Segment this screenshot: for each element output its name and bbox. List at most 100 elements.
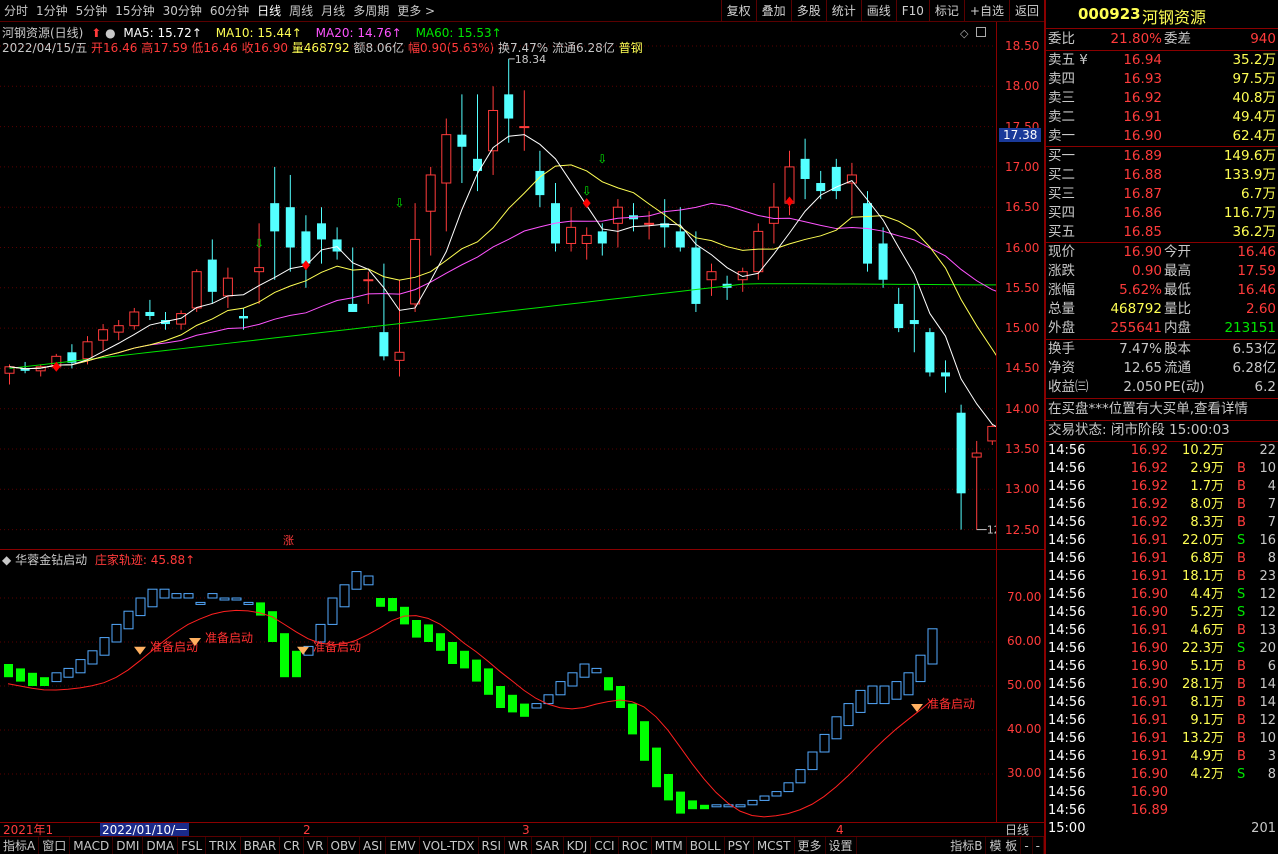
template-tab-1[interactable]: 模 板 bbox=[986, 837, 1022, 854]
indicator-chart[interactable]: 准备启动准备启动准备启动准备启动 bbox=[0, 550, 996, 822]
indicator-tab-12[interactable]: EMV bbox=[386, 837, 420, 854]
ask-row: 卖五 ¥ 16.94 35.2万 bbox=[1046, 51, 1278, 70]
tick-time: 14:56 bbox=[1048, 515, 1086, 530]
indicator-tab-0[interactable]: 指标A bbox=[0, 837, 40, 854]
indicator-tab-3[interactable]: DMI bbox=[113, 837, 144, 854]
toolbar-button-7[interactable]: +自选 bbox=[963, 0, 1009, 22]
indicator-tab-14[interactable]: RSI bbox=[479, 837, 506, 854]
toolbar-button-1[interactable]: 叠加 bbox=[755, 0, 791, 22]
toolbar-button-4[interactable]: 画线 bbox=[860, 0, 896, 22]
period-tab-8[interactable]: 月线 bbox=[317, 2, 349, 19]
stock-header: 000923 河钢资源 bbox=[1046, 0, 1278, 28]
indicator-bar bbox=[879, 685, 890, 705]
indicator-tab-9[interactable]: VR bbox=[304, 837, 328, 854]
indicator-tab-13[interactable]: VOL-TDX bbox=[420, 837, 479, 854]
tick-price: 16.91 bbox=[1130, 623, 1168, 638]
price-tick: 14.00 bbox=[1005, 401, 1040, 416]
candle bbox=[863, 191, 872, 272]
toolbar-button-5[interactable]: F10 bbox=[895, 0, 929, 22]
tick-side: B bbox=[1237, 497, 1246, 512]
tick-count: 7 bbox=[1267, 515, 1276, 530]
template-tab-2[interactable]: - bbox=[1021, 837, 1033, 854]
template-tab-3[interactable]: - bbox=[1033, 837, 1044, 854]
indicator-tab-18[interactable]: CCI bbox=[591, 837, 619, 854]
tick-volume: 2.9万 bbox=[1190, 461, 1224, 476]
stat-row: 总量 468792 量比 2.60 bbox=[1046, 300, 1278, 319]
sell-signal-icon: ⇩ bbox=[254, 237, 264, 251]
tick-time: 14:56 bbox=[1048, 479, 1086, 494]
period-tab-0[interactable]: 分时 bbox=[0, 2, 32, 19]
toolbar-button-3[interactable]: 统计 bbox=[825, 0, 861, 22]
indicator-bar bbox=[664, 774, 673, 801]
toolbar-button-6[interactable]: 标记 bbox=[928, 0, 964, 22]
indicator-tab-2[interactable]: MACD bbox=[70, 837, 114, 854]
price-tick: 15.50 bbox=[1005, 280, 1040, 295]
period-label[interactable]: 日线 bbox=[1005, 823, 1029, 837]
toolbar-button-8[interactable]: 返回 bbox=[1008, 0, 1044, 22]
period-tab-7[interactable]: 周线 bbox=[285, 2, 317, 19]
tick-volume: 10.2万 bbox=[1182, 443, 1224, 458]
indicator-tab-19[interactable]: ROC bbox=[619, 837, 652, 854]
indicator-bar bbox=[795, 769, 806, 784]
period-tab-2[interactable]: 5分钟 bbox=[72, 2, 112, 19]
indicator-tab-20[interactable]: MTM bbox=[652, 837, 687, 854]
candle bbox=[987, 424, 996, 445]
candlestick-chart[interactable]: 18.34 12.50 涨 ⇩ ⇩ ⇩ ⇩ bbox=[0, 22, 996, 549]
indicator-tick: 50.00 bbox=[1007, 678, 1042, 692]
indicator-tab-1[interactable]: 窗口 bbox=[39, 837, 71, 854]
indicator-bar bbox=[388, 598, 397, 612]
tick-time: 14:56 bbox=[1048, 785, 1086, 800]
ma60-line bbox=[9, 283, 996, 369]
indicator-tab-25[interactable]: 设置 bbox=[826, 837, 857, 854]
indicator-tab-10[interactable]: OBV bbox=[328, 837, 361, 854]
price-tick: 12.50 bbox=[1005, 522, 1040, 537]
indicator-bar bbox=[543, 694, 554, 705]
indicator-tab-8[interactable]: CR bbox=[280, 837, 304, 854]
candle bbox=[176, 310, 187, 330]
indicator-bar bbox=[424, 624, 433, 642]
stat-value: 12.65 bbox=[1123, 360, 1162, 376]
toolbar-button-0[interactable]: 复权 bbox=[720, 0, 756, 22]
tick-row: 14:56 16.92 2.9万 B 10 bbox=[1046, 460, 1278, 478]
ask-price: 16.90 bbox=[1123, 128, 1162, 144]
candle bbox=[941, 360, 950, 393]
indicator-tab-5[interactable]: FSL bbox=[178, 837, 207, 854]
template-tab-0[interactable]: 指标B bbox=[947, 837, 987, 854]
tick-side: B bbox=[1237, 569, 1246, 584]
stat-value: 0.90 bbox=[1131, 263, 1162, 279]
indicator-tab-11[interactable]: ASI bbox=[360, 837, 387, 854]
period-tab-6[interactable]: 日线 bbox=[253, 2, 285, 19]
indicator-tab-16[interactable]: SAR bbox=[532, 837, 564, 854]
candle bbox=[348, 247, 358, 312]
indicator-tab-4[interactable]: DMA bbox=[143, 837, 179, 854]
indicator-bar bbox=[807, 751, 818, 771]
indicator-tab-23[interactable]: MCST bbox=[754, 837, 795, 854]
tick-count: 12 bbox=[1259, 587, 1276, 602]
tick-volume: 4.9万 bbox=[1190, 749, 1224, 764]
indicator-tab-22[interactable]: PSY bbox=[725, 837, 754, 854]
indicator-tab-15[interactable]: WR bbox=[505, 837, 533, 854]
toolbar-button-2[interactable]: 多股 bbox=[790, 0, 826, 22]
ask-volume: 62.4万 bbox=[1232, 128, 1276, 144]
ask-row: 卖四 16.93 97.5万 bbox=[1046, 70, 1278, 89]
tick-time: 14:56 bbox=[1048, 641, 1086, 656]
period-tab-5[interactable]: 60分钟 bbox=[206, 2, 253, 19]
period-tab-10[interactable]: 更多 > bbox=[393, 2, 439, 19]
tick-volume: 6.8万 bbox=[1190, 551, 1224, 566]
candle bbox=[473, 94, 482, 192]
separator bbox=[1046, 398, 1278, 399]
notice-row[interactable]: 在买盘***位置有大买单,查看详情 bbox=[1046, 400, 1278, 419]
indicator-tab-6[interactable]: TRIX bbox=[206, 837, 241, 854]
indicator-tab-24[interactable]: 更多 bbox=[795, 837, 826, 854]
period-tab-4[interactable]: 30分钟 bbox=[159, 2, 206, 19]
indicator-tab-17[interactable]: KDJ bbox=[564, 837, 592, 854]
period-tab-3[interactable]: 15分钟 bbox=[111, 2, 158, 19]
stat-row: 涨跌 0.90 最高 17.59 bbox=[1046, 262, 1278, 281]
stat-value: 6.53亿 bbox=[1232, 341, 1276, 357]
candle bbox=[332, 227, 342, 260]
stat-value: 7.47% bbox=[1119, 341, 1162, 357]
period-tab-9[interactable]: 多周期 bbox=[349, 2, 393, 19]
indicator-tab-21[interactable]: BOLL bbox=[687, 837, 725, 854]
period-tab-1[interactable]: 1分钟 bbox=[32, 2, 72, 19]
indicator-tab-7[interactable]: BRAR bbox=[241, 837, 281, 854]
